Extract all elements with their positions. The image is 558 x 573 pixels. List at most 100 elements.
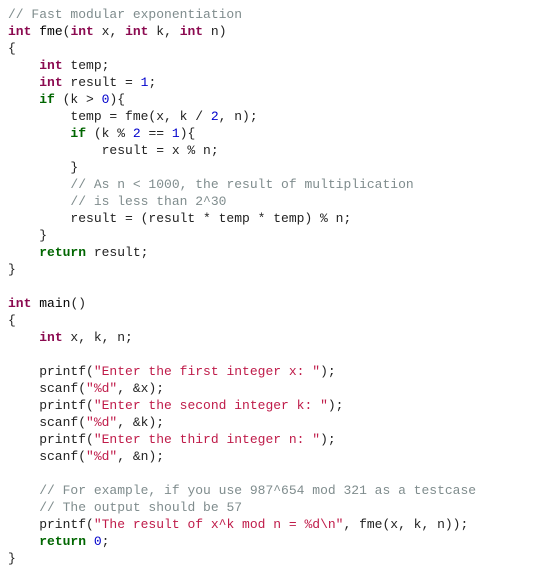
code-token: fme — [39, 24, 62, 39]
code-token: "%d" — [86, 449, 117, 464]
code-token: } — [8, 228, 47, 243]
code-token: int — [39, 58, 62, 73]
code-token: if — [39, 92, 55, 107]
code-line: // As n < 1000, the result of multiplica… — [8, 177, 414, 192]
code-token — [8, 330, 39, 345]
code-line: // For example, if you use 987^654 mod 3… — [8, 483, 476, 498]
code-line: return result; — [8, 245, 148, 260]
code-token: scanf( — [8, 449, 86, 464]
code-token: ){ — [180, 126, 196, 141]
code-token: int — [8, 296, 31, 311]
code-token: printf( — [8, 517, 94, 532]
code-token: x, — [94, 24, 125, 39]
code-line: int fme(int x, int k, int n) — [8, 24, 227, 39]
code-token: n) — [203, 24, 226, 39]
code-line: } — [8, 160, 78, 175]
code-line: int result = 1; — [8, 75, 156, 90]
code-token: scanf( — [8, 381, 86, 396]
code-token: int — [125, 24, 148, 39]
code-line: scanf("%d", &k); — [8, 415, 164, 430]
code-token: temp = fme(x, k / — [8, 109, 211, 124]
code-token: result = — [63, 75, 141, 90]
code-token — [8, 126, 70, 141]
code-token — [8, 194, 70, 209]
code-token: ); — [320, 432, 336, 447]
code-token: printf( — [8, 364, 94, 379]
code-token — [8, 58, 39, 73]
code-line: scanf("%d", &n); — [8, 449, 164, 464]
code-token: x, k, n; — [63, 330, 133, 345]
code-line: int main() — [8, 296, 86, 311]
code-line: } — [8, 228, 47, 243]
code-token: , &k); — [117, 415, 164, 430]
code-token: { — [8, 41, 16, 56]
code-line: printf("The result of x^k mod n = %d\n",… — [8, 517, 468, 532]
code-token: 2 — [133, 126, 141, 141]
code-token: int — [39, 75, 62, 90]
code-token: return — [39, 245, 86, 260]
code-token: result = x % n; — [8, 143, 219, 158]
code-token: k, — [148, 24, 179, 39]
code-token: main — [39, 296, 70, 311]
code-token — [8, 92, 39, 107]
code-line: result = (result * temp * temp) % n; — [8, 211, 351, 226]
code-token: (k % — [86, 126, 133, 141]
code-line: printf("Enter the first integer x: "); — [8, 364, 336, 379]
code-line: printf("Enter the second integer k: "); — [8, 398, 343, 413]
code-token: , &n); — [117, 449, 164, 464]
code-token: "The result of x^k mod n = %d\n" — [94, 517, 344, 532]
code-token: "Enter the second integer k: " — [94, 398, 328, 413]
code-token: scanf( — [8, 415, 86, 430]
code-token: ); — [328, 398, 344, 413]
code-token: } — [8, 160, 78, 175]
code-line: // The output should be 57 — [8, 500, 242, 515]
code-token: printf( — [8, 398, 94, 413]
code-token: { — [8, 313, 16, 328]
code-token: "%d" — [86, 381, 117, 396]
code-token: "%d" — [86, 415, 117, 430]
code-token: printf( — [8, 432, 94, 447]
code-token: // The output should be 57 — [39, 500, 242, 515]
code-token: result = (result * temp * temp) % n; — [8, 211, 351, 226]
code-token: } — [8, 551, 16, 566]
code-token: // is less than 2^30 — [70, 194, 226, 209]
code-token — [8, 534, 39, 549]
code-token — [8, 245, 39, 260]
code-token: , n); — [219, 109, 258, 124]
code-token: result; — [86, 245, 148, 260]
code-line: // Fast modular exponentiation — [8, 7, 242, 22]
code-token: == — [141, 126, 172, 141]
code-token: "Enter the third integer n: " — [94, 432, 320, 447]
code-token: , &x); — [117, 381, 164, 396]
code-token: // Fast modular exponentiation — [8, 7, 242, 22]
code-line: temp = fme(x, k / 2, n); — [8, 109, 258, 124]
code-token: temp; — [63, 58, 110, 73]
code-token — [86, 534, 94, 549]
code-token: (k > — [55, 92, 102, 107]
code-token: } — [8, 262, 16, 277]
code-token: ; — [148, 75, 156, 90]
code-line: return 0; — [8, 534, 109, 549]
code-line: // is less than 2^30 — [8, 194, 226, 209]
code-token: int — [180, 24, 203, 39]
code-line: if (k > 0){ — [8, 92, 125, 107]
code-token — [8, 500, 39, 515]
code-token: 2 — [211, 109, 219, 124]
code-line: int temp; — [8, 58, 109, 73]
code-token: return — [39, 534, 86, 549]
code-token: () — [70, 296, 86, 311]
code-token — [8, 177, 70, 192]
code-line: } — [8, 551, 16, 566]
code-token — [8, 75, 39, 90]
code-token: if — [70, 126, 86, 141]
code-line: printf("Enter the third integer n: "); — [8, 432, 336, 447]
code-line: if (k % 2 == 1){ — [8, 126, 195, 141]
code-line: scanf("%d", &x); — [8, 381, 164, 396]
code-line: { — [8, 41, 16, 56]
code-token: ; — [102, 534, 110, 549]
code-line: result = x % n; — [8, 143, 219, 158]
code-token: int — [70, 24, 93, 39]
code-token — [8, 483, 39, 498]
code-token: "Enter the first integer x: " — [94, 364, 320, 379]
code-block: // Fast modular exponentiation int fme(i… — [0, 0, 558, 573]
